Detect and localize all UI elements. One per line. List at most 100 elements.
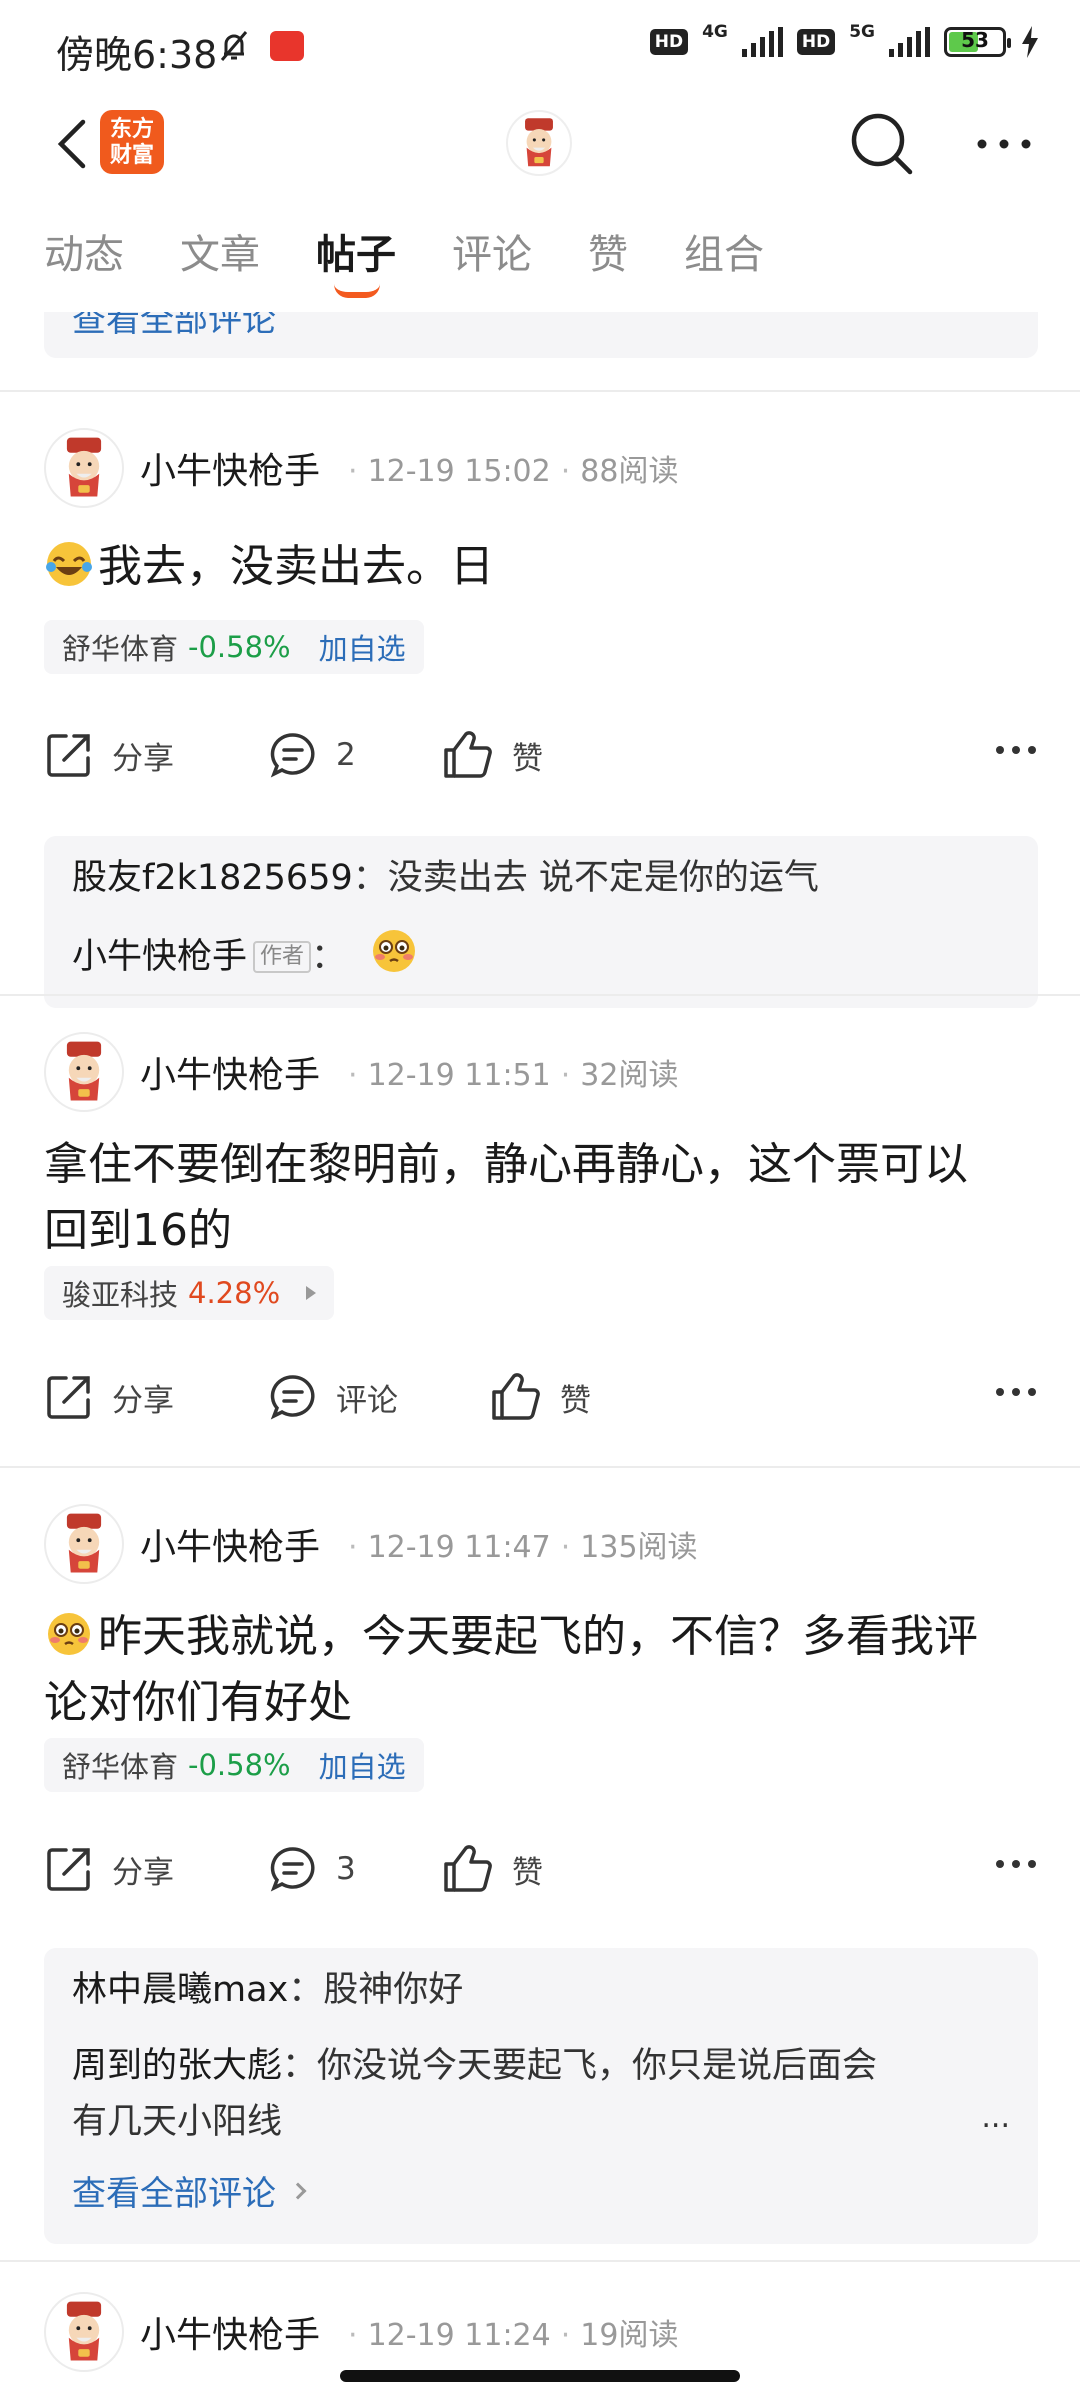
caishen-avatar-icon — [66, 1041, 102, 1101]
blushing-face-emoji-icon — [48, 1613, 90, 1655]
post-card[interactable]: 小牛快枪手 · 12-19 11:47 · 135阅读 昨天我就说，今天要起飞的，不信… — [0, 1468, 1080, 2268]
author-name[interactable]: 小牛快枪手 — [140, 1046, 320, 1098]
comment-ellipsis: ... — [981, 2100, 1010, 2135]
post-time: 12-19 11:51 — [367, 1058, 551, 1093]
post-time: 12-19 11:47 — [367, 1530, 551, 1565]
tab-articles[interactable]: 文章 — [180, 222, 260, 292]
status-time: 傍晚6:38 — [56, 33, 218, 77]
tab-posts[interactable]: 帖子 — [316, 222, 396, 298]
user-avatar[interactable] — [506, 110, 572, 176]
post-more-button[interactable] — [994, 740, 1038, 764]
search-button[interactable] — [848, 110, 916, 178]
commenter-name[interactable]: 小牛快枪手 — [72, 937, 247, 977]
tab-portfolio[interactable]: 组合 — [684, 222, 764, 292]
post-time: 12-19 11:24 — [367, 2318, 551, 2353]
post-header: 小牛快枪手 · 12-19 11:47 · 135阅读 — [44, 1504, 698, 1584]
view-all-comments-link[interactable]: 查看全部评论 — [72, 312, 276, 341]
like-button[interactable]: 赞 — [442, 1844, 543, 1894]
caret-right-icon — [306, 1286, 317, 1300]
share-button[interactable]: 分享 — [44, 730, 174, 780]
like-button[interactable]: 赞 — [442, 730, 543, 780]
like-button[interactable]: 赞 — [490, 1372, 591, 1422]
chevron-left-icon — [57, 119, 86, 169]
read-count: 135阅读 — [580, 1530, 698, 1565]
view-all-comments-link[interactable]: 查看全部评论 — [72, 2166, 307, 2215]
stock-tag[interactable]: 骏亚科技 4.28% — [44, 1266, 335, 1320]
posts-feed[interactable]: 查看全部评论 小牛快枪手 · 12-19 15:02 · 88阅读 我去，没卖出去。日… — [0, 312, 1080, 2400]
comment-icon — [270, 1847, 315, 1892]
post-card[interactable]: 小牛快枪手 · 12-19 11:51 · 32阅读 拿住不要倒在黎明前，静心再静心，… — [0, 996, 1080, 1464]
stock-tag[interactable]: 舒华体育 -0.58% 加自选 — [44, 620, 424, 674]
comment-preview[interactable]: 股友f2k1825659：没卖出去 说不定是你的运气 小牛快枪手 作者： — [44, 836, 1038, 1008]
app-notification-icon — [270, 31, 304, 61]
post-actions: 分享 3 赞 — [44, 1844, 1038, 1904]
post-content[interactable]: 我去，没卖出去。日 — [44, 534, 1036, 600]
tab-comments[interactable]: 评论 — [452, 222, 532, 292]
share-icon — [47, 1376, 90, 1419]
post-more-button[interactable] — [994, 1382, 1038, 1406]
blushing-face-emoji-icon — [373, 930, 416, 972]
stock-name: 舒华体育 — [62, 1750, 179, 1784]
comment-button[interactable]: 评论 — [268, 1372, 398, 1422]
status-bar: 傍晚6:38 HD 4G HD 5G 53 — [0, 0, 1080, 96]
share-button[interactable]: 分享 — [44, 1844, 174, 1894]
profile-tabs: 动态 文章 帖子 评论 赞 组合 — [44, 222, 820, 302]
comment-button[interactable]: 2 — [268, 730, 356, 780]
author-avatar[interactable] — [44, 428, 124, 508]
caishen-avatar-icon — [66, 1513, 102, 1573]
more-button[interactable] — [974, 120, 1034, 168]
author-badge: 作者 — [253, 941, 312, 973]
add-watchlist-button[interactable]: 加自选 — [319, 1744, 406, 1786]
back-button[interactable] — [44, 116, 100, 172]
network-type-2: 5G — [849, 22, 875, 42]
stock-tag[interactable]: 舒华体育 -0.58% 加自选 — [44, 1738, 424, 1792]
thumbs-up-icon — [492, 1373, 540, 1420]
share-button[interactable]: 分享 — [44, 1372, 174, 1422]
post-content[interactable]: 昨天我就说，今天要起飞的，不信？多看我评 论对你们有好处 — [44, 1604, 1036, 1736]
post-content[interactable]: 拿住不要倒在黎明前，静心再静心，这个票可以 回到16的 — [44, 1132, 1036, 1264]
comment-text: 股神你好 — [323, 1970, 464, 2010]
hd-badge-2: HD — [796, 29, 836, 55]
comment-item: 周到的张大彪：你没说今天要起飞，你只是说后面会 有几天小阳线 — [72, 2038, 1002, 2150]
search-icon — [851, 113, 913, 175]
thumbs-up-icon — [444, 731, 492, 778]
battery-icon: 53 — [944, 27, 1011, 57]
battery-level: 53 — [961, 28, 989, 52]
chevron-right-icon — [289, 2182, 307, 2199]
post-actions: 分享 2 赞 — [44, 730, 1038, 790]
author-name[interactable]: 小牛快枪手 — [140, 2306, 320, 2358]
read-count: 19阅读 — [580, 2318, 679, 2353]
post-more-button[interactable] — [994, 1854, 1038, 1878]
commenter-name[interactable]: 股友f2k1825659 — [72, 858, 353, 898]
more-dots-icon — [996, 1860, 1036, 1868]
tab-likes[interactable]: 赞 — [588, 222, 628, 292]
eastmoney-logo[interactable]: 东方 财富 — [100, 110, 164, 174]
author-name[interactable]: 小牛快枪手 — [140, 1518, 320, 1570]
comment-item: 小牛快枪手 作者： — [72, 926, 1002, 985]
comment-button[interactable]: 3 — [268, 1844, 356, 1894]
post-card[interactable]: 小牛快枪手 · 12-19 15:02 · 88阅读 我去，没卖出去。日 舒华体育 -… — [0, 392, 1080, 1008]
add-watchlist-button[interactable]: 加自选 — [319, 626, 406, 668]
caishen-avatar-icon — [66, 2301, 102, 2361]
stock-change: -0.58% — [188, 1748, 291, 1782]
commenter-name[interactable]: 林中晨曦max — [72, 1970, 288, 2010]
stock-name: 舒华体育 — [62, 632, 179, 666]
author-avatar[interactable] — [44, 1504, 124, 1584]
more-dots-icon — [996, 746, 1036, 754]
comment-preview[interactable]: 林中晨曦max：股神你好 周到的张大彪：你没说今天要起飞，你只是说后面会 有几天… — [44, 1948, 1038, 2244]
author-name[interactable]: 小牛快枪手 — [140, 442, 320, 494]
commenter-name[interactable]: 周到的张大彪 — [72, 2046, 282, 2086]
author-avatar[interactable] — [44, 2292, 124, 2372]
stock-name: 骏亚科技 — [62, 1278, 179, 1312]
read-count: 88阅读 — [580, 454, 679, 489]
comment-text: 没卖出去 说不定是你的运气 — [387, 858, 819, 898]
comment-icon — [270, 1375, 315, 1420]
laugh-cry-emoji-icon — [46, 542, 92, 586]
tab-dynamics[interactable]: 动态 — [44, 222, 124, 292]
home-indicator[interactable] — [340, 2370, 740, 2382]
author-avatar[interactable] — [44, 1032, 124, 1112]
post-header: 小牛快枪手 · 12-19 11:51 · 32阅读 — [44, 1032, 678, 1112]
caishen-avatar-icon — [525, 118, 553, 167]
more-dots-icon — [996, 1388, 1036, 1396]
stock-change: 4.28% — [188, 1276, 281, 1310]
